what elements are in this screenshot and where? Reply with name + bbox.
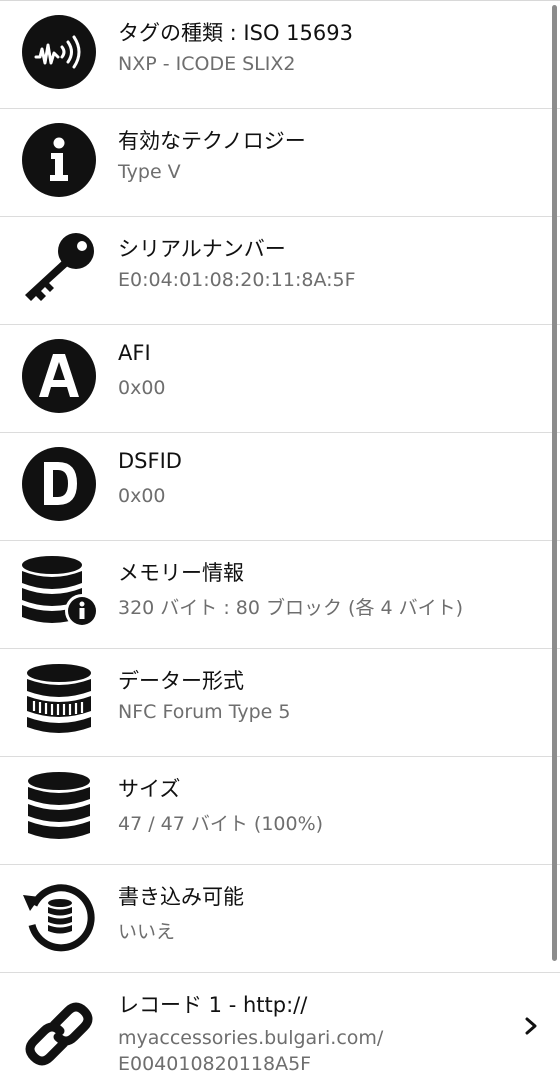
key-icon bbox=[20, 229, 98, 307]
item-title: レコード 1 - http:// bbox=[118, 993, 308, 1017]
item-title: シリアルナンバー bbox=[118, 237, 286, 261]
item-title: メモリー情報 bbox=[118, 561, 244, 585]
list-item-data-format: データー形式 NFC Forum Type 5 bbox=[0, 649, 560, 757]
database-format-icon bbox=[20, 661, 98, 739]
link-icon bbox=[20, 995, 98, 1073]
item-title: 有効なテクノロジー bbox=[118, 129, 306, 153]
database-info-icon bbox=[20, 553, 98, 631]
letter-a-icon bbox=[20, 337, 98, 415]
letter-d-icon bbox=[20, 445, 98, 523]
list-item-afi: AFI 0x00 bbox=[0, 325, 560, 433]
list-item-tag-type: タグの種類 : ISO 15693 NXP - ICODE SLIX2 bbox=[0, 1, 560, 109]
item-subtitle: Type V bbox=[118, 161, 181, 183]
item-title: DSFID bbox=[118, 449, 182, 473]
item-subtitle: myaccessories.bulgari.com/ E004010820118… bbox=[118, 1027, 384, 1075]
item-title: AFI bbox=[118, 341, 151, 365]
item-subtitle: E0:04:01:08:20:11:8A:5F bbox=[118, 269, 356, 291]
info-icon bbox=[20, 121, 98, 199]
item-subtitle: NXP - ICODE SLIX2 bbox=[118, 53, 296, 75]
item-subtitle: 47 / 47 バイト (100%) bbox=[118, 813, 324, 835]
item-subtitle: いいえ bbox=[118, 921, 176, 943]
item-title: サイズ bbox=[118, 777, 181, 801]
item-subtitle: 320 バイト : 80 ブロック (各 4 バイト) bbox=[118, 597, 464, 619]
item-subtitle: 0x00 bbox=[118, 377, 166, 399]
scrollbar[interactable] bbox=[552, 5, 557, 961]
tag-info-list: タグの種類 : ISO 15693 NXP - ICODE SLIX2 有効なテ… bbox=[0, 0, 560, 1080]
list-item-serial: シリアルナンバー E0:04:01:08:20:11:8A:5F bbox=[0, 217, 560, 325]
list-item-memory: メモリー情報 320 バイト : 80 ブロック (各 4 バイト) bbox=[0, 541, 560, 649]
item-subtitle: 0x00 bbox=[118, 485, 166, 507]
list-item-dsfid: DSFID 0x00 bbox=[0, 433, 560, 541]
database-history-icon bbox=[20, 877, 98, 955]
list-item-writable: 書き込み可能 いいえ bbox=[0, 865, 560, 973]
list-item-record-1[interactable]: レコード 1 - http:// myaccessories.bulgari.c… bbox=[0, 973, 560, 1080]
nfc-sound-icon bbox=[20, 13, 98, 91]
database-icon bbox=[20, 769, 98, 847]
list-item-size: サイズ 47 / 47 バイト (100%) bbox=[0, 757, 560, 865]
chevron-right-icon[interactable] bbox=[520, 1015, 542, 1037]
list-item-technology: 有効なテクノロジー Type V bbox=[0, 109, 560, 217]
item-title: タグの種類 : ISO 15693 bbox=[118, 21, 353, 45]
item-title: 書き込み可能 bbox=[118, 885, 244, 909]
item-subtitle: NFC Forum Type 5 bbox=[118, 701, 291, 723]
item-title: データー形式 bbox=[118, 669, 244, 693]
